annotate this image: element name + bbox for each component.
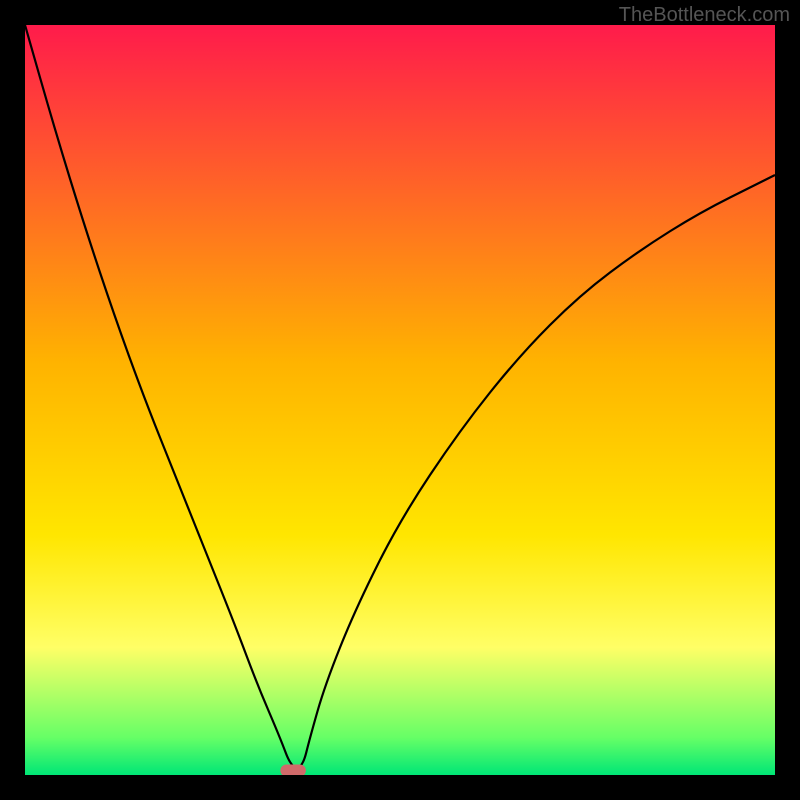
notch-marker xyxy=(280,765,306,776)
watermark-text: TheBottleneck.com xyxy=(619,4,790,27)
chart-frame xyxy=(25,25,775,775)
plot-svg xyxy=(25,25,775,775)
plot-area xyxy=(25,25,775,775)
gradient-background xyxy=(25,25,775,775)
